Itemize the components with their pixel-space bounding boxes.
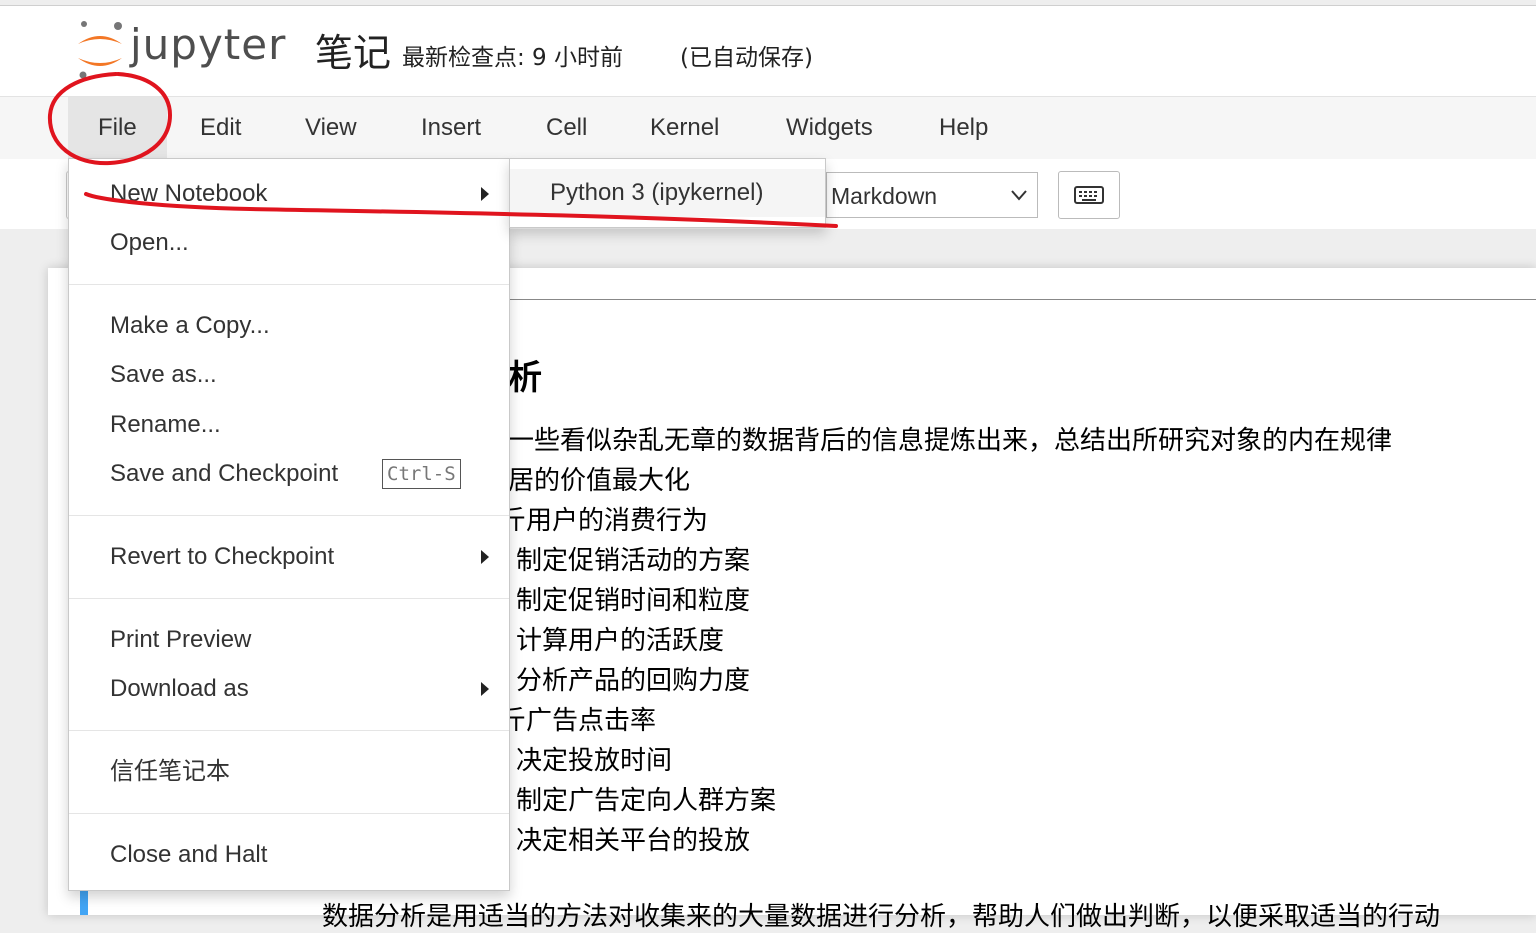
header: jupyter 笔记 最新检查点: 9 小时前 (已自动保存)	[0, 6, 1536, 96]
menubar: File Edit View Insert Cell Kernel Widget…	[0, 96, 1536, 160]
menu-item-print-preview[interactable]: Print Preview	[69, 617, 509, 663]
menu-divider	[69, 598, 509, 599]
submenu-arrow-icon	[481, 550, 489, 564]
markdown-line: 制定促销活动的方案	[516, 546, 751, 576]
markdown-line: 制定广告定向人群方案	[516, 786, 777, 816]
menu-item-revert-checkpoint[interactable]: Revert to Checkpoint	[69, 534, 509, 580]
markdown-line: 斤广告点击率	[500, 706, 657, 736]
new-notebook-label: New Notebook	[110, 180, 268, 207]
keyboard-icon	[1074, 186, 1104, 204]
jupyter-logo-icon[interactable]	[72, 20, 128, 80]
submenu-arrow-icon	[481, 682, 489, 696]
menu-item-save-checkpoint[interactable]: Save and Checkpoint Ctrl-S	[69, 451, 509, 497]
checkpoint-status: 最新检查点: 9 小时前	[402, 45, 624, 71]
markdown-line: 居的价值最大化	[508, 466, 691, 496]
markdown-line: 决定相关平台的投放	[516, 826, 751, 856]
file-menu-dropdown: New Notebook Open... Make a Copy... Save…	[68, 158, 510, 891]
menu-item-rename[interactable]: Rename...	[69, 402, 509, 448]
menu-item-make-copy[interactable]: Make a Copy...	[69, 303, 509, 349]
chevron-down-icon	[1011, 190, 1027, 201]
menu-item-trust-notebook[interactable]: 信任笔记本	[69, 749, 509, 795]
markdown-line: 决定投放时间	[516, 746, 673, 776]
markdown-line: 制定促销时间和粒度	[516, 586, 751, 616]
autosave-status: (已自动保存)	[680, 45, 813, 71]
menu-item-save-as[interactable]: Save as...	[69, 352, 509, 398]
menu-edit[interactable]: Edit	[170, 97, 271, 159]
submenu-arrow-icon	[481, 187, 489, 201]
menu-view[interactable]: View	[275, 97, 387, 159]
new-notebook-submenu: Python 3 (ipykernel)	[509, 158, 826, 228]
revert-label: Revert to Checkpoint	[110, 543, 335, 570]
selected-cell-bar	[80, 888, 88, 915]
menu-item-close-halt[interactable]: Close and Halt	[69, 832, 509, 878]
save-checkpoint-label: Save and Checkpoint	[110, 460, 339, 487]
menu-item-python3-kernel[interactable]: Python 3 (ipykernel)	[510, 169, 825, 217]
cell-type-select[interactable]: Markdown	[826, 172, 1038, 218]
menu-widgets[interactable]: Widgets	[756, 97, 903, 159]
markdown-heading: 析	[508, 358, 542, 398]
markdown-line: 计算用户的活跃度	[516, 626, 725, 656]
menu-item-download-as[interactable]: Download as	[69, 666, 509, 712]
download-as-label: Download as	[110, 675, 249, 702]
menu-help[interactable]: Help	[909, 97, 1018, 159]
markdown-line: 一些看似杂乱无章的数据背后的信息提炼出来，总结出所研究对象的内在规律	[508, 426, 1393, 456]
menu-item-new-notebook[interactable]: New Notebook	[69, 171, 509, 217]
menu-insert[interactable]: Insert	[391, 97, 511, 159]
markdown-line: 分析产品的回购力度	[516, 666, 751, 696]
notebook-title[interactable]: 笔记	[315, 22, 391, 77]
menu-divider	[69, 813, 509, 814]
menu-item-open[interactable]: Open...	[69, 220, 509, 266]
menu-cell[interactable]: Cell	[516, 97, 617, 159]
logo-text: jupyter	[130, 20, 287, 69]
menu-divider	[69, 284, 509, 285]
markdown-line: 斤用户的消费行为	[500, 506, 709, 536]
menu-kernel[interactable]: Kernel	[620, 97, 749, 159]
menu-divider	[69, 730, 509, 731]
cell-divider	[509, 299, 1536, 300]
cell-type-value: Markdown	[831, 183, 938, 209]
shortcut-badge: Ctrl-S	[382, 459, 461, 489]
keyboard-shortcuts-button[interactable]	[1058, 171, 1120, 219]
menu-divider	[69, 515, 509, 516]
menu-file[interactable]: File	[68, 97, 167, 159]
